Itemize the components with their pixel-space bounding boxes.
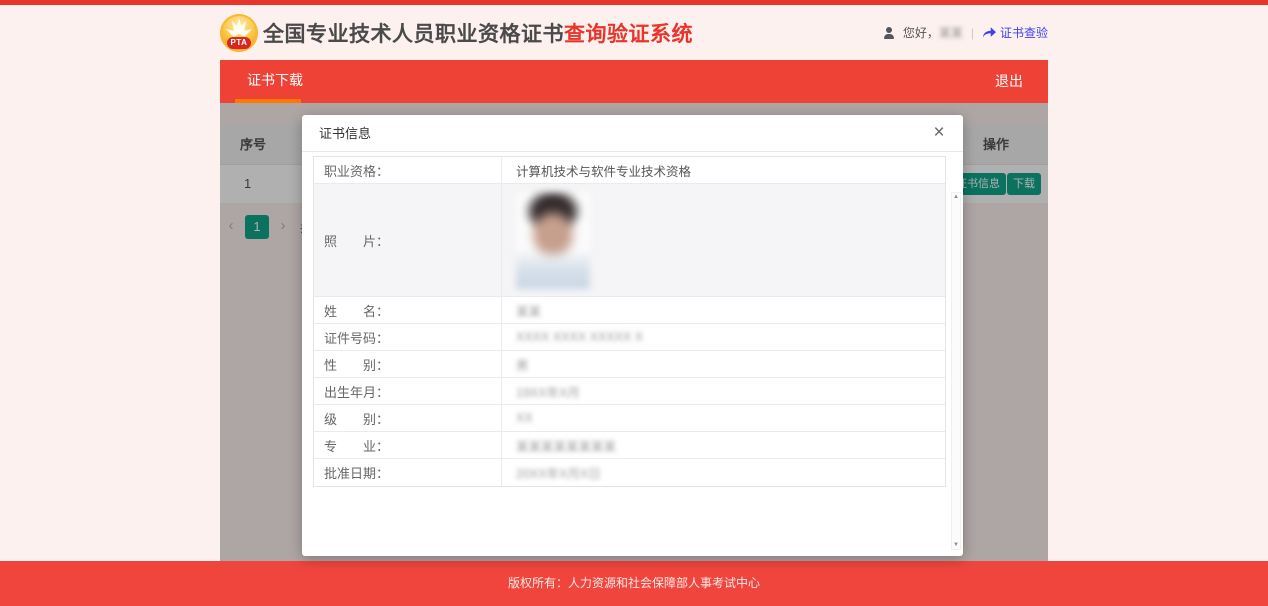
greeting-divider: | xyxy=(970,25,974,40)
logo-band-label: PTA xyxy=(227,36,251,49)
greeting: 您好， 某某 | 证书查验 xyxy=(883,24,1048,41)
field-label: 姓 名： xyxy=(314,297,502,323)
field-label: 批准日期： xyxy=(314,459,502,486)
field-row-approval-date: 批准日期： 20XX年X月X日 xyxy=(314,459,945,486)
field-label: 专 业： xyxy=(314,432,502,458)
field-value-redacted: 男 xyxy=(516,358,529,373)
greeting-username: 某某 xyxy=(938,26,963,40)
page-title-main: 全国专业技术人员职业资格证书 xyxy=(263,22,564,46)
field-value-redacted: XX xyxy=(516,411,533,425)
field-row-specialty: 专 业： 某某某某某某某某 xyxy=(314,432,945,459)
share-arrow-icon xyxy=(982,26,996,39)
field-value-redacted: XXXX XXXX XXXXX X xyxy=(516,330,644,344)
field-row-photo: 照 片： xyxy=(314,184,945,297)
main-content: 序号 操作 1 证书信息 下载 ‹ 1 › 共1条 证书信息 × 职业资格： 计… xyxy=(220,103,1048,561)
field-value-redacted: 某某某某某某某某 xyxy=(516,439,617,454)
header: PTA 全国专业技术人员职业资格证书查询验证系统 您好， 某某 | 证书查验 xyxy=(220,5,1048,60)
field-row-level: 级 别： XX xyxy=(314,405,945,432)
field-value xyxy=(502,184,945,296)
copyright-text: 版权所有：人力资源和社会保障部人事考试中心 xyxy=(507,576,760,590)
portrait-photo xyxy=(516,191,590,289)
field-value: 计算机技术与软件专业技术资格 xyxy=(516,164,692,179)
greeting-text: 您好， xyxy=(902,26,939,40)
field-label: 照 片： xyxy=(314,184,502,296)
field-label: 出生年月： xyxy=(314,378,502,404)
tab-cert-download[interactable]: 证书下载 xyxy=(247,60,303,103)
footer: 版权所有：人力资源和社会保障部人事考试中心 xyxy=(0,561,1268,606)
cert-verify-link[interactable]: 证书查验 xyxy=(982,24,1048,41)
scroll-up-icon[interactable]: ▲ xyxy=(952,194,960,200)
field-value-redacted: 某某 xyxy=(516,304,542,319)
field-row-name: 姓 名： 某某 xyxy=(314,297,945,324)
field-row-qualification: 职业资格： 计算机技术与软件专业技术资格 xyxy=(314,157,945,184)
modal-scrollbar[interactable]: ▲ ▼ xyxy=(951,192,961,550)
field-label: 性 别： xyxy=(314,351,502,377)
field-row-gender: 性 别： 男 xyxy=(314,351,945,378)
close-icon[interactable]: × xyxy=(927,121,951,145)
field-row-id-number: 证件号码： XXXX XXXX XXXXX X xyxy=(314,324,945,351)
cert-info-dialog: 证书信息 × 职业资格： 计算机技术与软件专业技术资格 照 片： 姓 名： 某某 xyxy=(302,115,963,556)
modal-body: 职业资格： 计算机技术与软件专业技术资格 照 片： 姓 名： 某某 证件号码： … xyxy=(302,152,963,556)
modal-header: 证书信息 × xyxy=(302,115,963,152)
page-title-accent: 查询验证系统 xyxy=(564,22,693,46)
logout-button[interactable]: 退出 xyxy=(970,60,1048,103)
user-icon xyxy=(883,26,898,39)
cert-verify-link-label: 证书查验 xyxy=(999,26,1048,40)
field-value-redacted: 19XX年X月 xyxy=(516,385,580,400)
page-title: 全国专业技术人员职业资格证书查询验证系统 xyxy=(263,18,693,48)
scroll-down-icon[interactable]: ▼ xyxy=(952,542,960,548)
field-label: 证件号码： xyxy=(314,324,502,350)
field-label: 职业资格： xyxy=(314,157,502,183)
navbar: 证书下载 退出 xyxy=(220,60,1048,103)
field-value-redacted: 20XX年X月X日 xyxy=(516,467,601,481)
modal-title: 证书信息 xyxy=(319,126,372,141)
field-row-birthdate: 出生年月： 19XX年X月 xyxy=(314,378,945,405)
cert-fields-table: 职业资格： 计算机技术与软件专业技术资格 照 片： 姓 名： 某某 证件号码： … xyxy=(313,156,946,487)
brand: PTA 全国专业技术人员职业资格证书查询验证系统 xyxy=(220,13,693,52)
pta-logo-icon: PTA xyxy=(220,13,258,52)
field-label: 级 别： xyxy=(314,405,502,431)
